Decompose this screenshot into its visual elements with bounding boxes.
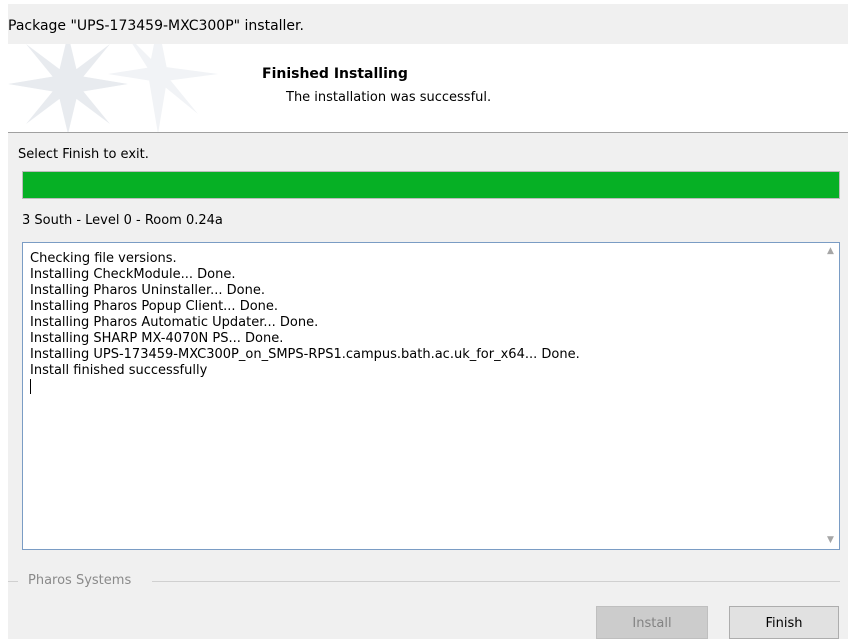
footer-divider-left: [8, 581, 18, 582]
installer-window: Package "UPS-173459-MXC300P" installer. …: [0, 4, 848, 639]
progress-fill: [23, 172, 839, 198]
printer-location: 3 South - Level 0 - Room 0.24a: [22, 213, 223, 228]
brand-label: Pharos Systems: [24, 573, 136, 588]
finish-button[interactable]: Finish: [729, 606, 839, 639]
log-scrollbar[interactable]: ▲ ▼: [822, 243, 839, 549]
window-title: Package "UPS-173459-MXC300P" installer.: [8, 18, 304, 34]
log-lines: Checking file versions. Installing CheckM…: [30, 251, 580, 395]
log-line: Installing CheckModule... Done.: [30, 267, 236, 282]
log-line: Installing Pharos Automatic Updater... D…: [30, 315, 319, 330]
install-log[interactable]: Checking file versions. Installing CheckM…: [22, 242, 840, 550]
log-line: Installing Pharos Uninstaller... Done.: [30, 283, 266, 298]
window-left-edge: [0, 4, 8, 639]
log-line: Installing Pharos Popup Client... Done.: [30, 299, 279, 314]
banner-heading: Finished Installing: [262, 66, 408, 82]
log-line: Install finished successfully: [30, 363, 208, 378]
install-progress-bar: [22, 171, 840, 199]
compass-star-icon: [8, 44, 218, 132]
header-banner: Finished Installing The installation was…: [8, 44, 848, 133]
footer-divider: [152, 581, 840, 582]
log-line: Checking file versions.: [30, 251, 177, 266]
install-button[interactable]: Install: [596, 606, 708, 639]
log-line: Installing UPS-173459-MXC300P_on_SMPS-RP…: [30, 347, 580, 362]
log-line: Installing SHARP MX-4070N PS... Done.: [30, 331, 284, 346]
instruction-text: Select Finish to exit.: [18, 147, 149, 162]
scroll-up-arrow-icon[interactable]: ▲: [822, 243, 839, 260]
text-caret: [30, 379, 580, 395]
banner-subtitle: The installation was successful.: [286, 90, 492, 105]
scroll-down-arrow-icon[interactable]: ▼: [822, 532, 839, 549]
